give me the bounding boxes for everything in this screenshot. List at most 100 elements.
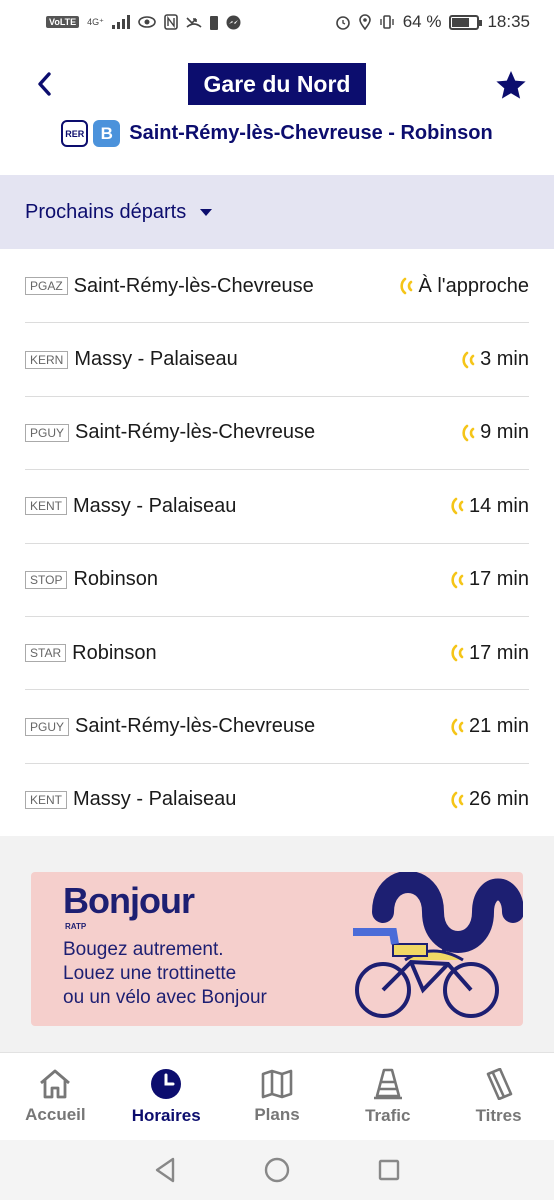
- battery-percent: 64 %: [402, 12, 442, 31]
- missed-call-icon: [186, 17, 202, 28]
- time-text: 14 min: [468, 494, 529, 517]
- departure-time: 3 min: [460, 348, 529, 371]
- mission-code: PGAZ: [25, 277, 68, 296]
- ad-line-2: Louez une trottinette: [63, 963, 237, 984]
- battery-alert-icon: [209, 15, 218, 30]
- realtime-icon: [451, 718, 464, 735]
- destination: Saint-Rémy-lès-Chevreuse: [75, 421, 316, 444]
- destination: Saint-Rémy-lès-Chevreuse: [75, 715, 316, 738]
- line-b-badge: B: [93, 120, 121, 147]
- map-icon: [261, 1069, 293, 1098]
- departure-row[interactable]: PGUY Saint-Rémy-lès-Chevreuse 9 min: [25, 397, 529, 471]
- nav-horaires[interactable]: Horaires: [111, 1053, 222, 1140]
- nav-label: Titres: [475, 1105, 522, 1125]
- realtime-icon: [400, 277, 413, 295]
- nav-label: Horaires: [131, 1105, 201, 1125]
- departure-time: 26 min: [449, 788, 529, 811]
- station-title: Gare du Nord: [188, 63, 366, 105]
- star-icon: [496, 71, 526, 99]
- ad-line-1: Bougez autrement.: [63, 939, 224, 960]
- realtime-icon: [451, 644, 464, 662]
- battery-icon: [449, 14, 483, 30]
- realtime-icon: [462, 424, 475, 442]
- time-text: 9 min: [480, 421, 529, 444]
- departure-row[interactable]: KENT Massy - Palaiseau 26 min: [25, 764, 529, 838]
- location-icon: [358, 14, 371, 30]
- departures-dropdown[interactable]: Prochains départs: [0, 175, 554, 249]
- time-text: 17 min: [468, 568, 529, 591]
- mission-code: KENT: [25, 790, 68, 809]
- mission-code: STAR: [25, 644, 67, 663]
- destination: Robinson: [73, 568, 158, 591]
- bottom-nav: Accueil Horaires Plans Trafic Titres: [0, 1052, 554, 1140]
- time-text: 3 min: [480, 348, 529, 371]
- departures-list: PGAZ Saint-Rémy-lès-Chevreuse À l'approc…: [0, 250, 554, 838]
- favorite-button[interactable]: [494, 68, 528, 102]
- departure-time: 17 min: [449, 642, 529, 665]
- departure-row[interactable]: STOP Robinson 17 min: [25, 544, 529, 617]
- time-text: 26 min: [468, 788, 529, 811]
- departure-row[interactable]: PGUY Saint-Rémy-lès-Chevreuse 21 min: [25, 690, 529, 764]
- home-icon: [40, 1069, 71, 1098]
- destination: Massy - Palaiseau: [73, 788, 237, 811]
- departure-row[interactable]: STAR Robinson 17 min: [25, 617, 529, 691]
- nav-label: Accueil: [25, 1104, 86, 1124]
- ad-line-3: ou un vélo avec Bonjour: [63, 987, 267, 1008]
- departure-time: 9 min: [460, 421, 529, 444]
- eye-icon: [138, 16, 156, 28]
- mission-code: PGUY: [25, 423, 70, 442]
- ad-brand: Bonjour: [63, 880, 195, 921]
- bike-illustration: [353, 872, 523, 1018]
- nfc-icon: [164, 14, 178, 30]
- ad-text: Bougez autrement. Louez une trottinette …: [63, 938, 267, 1010]
- ad-area: Bonjour RATP Bougez autrement. Louez une…: [0, 836, 554, 1052]
- ticket-icon: [486, 1067, 512, 1100]
- clock-icon: [151, 1068, 182, 1099]
- status-bar: VoLTE 4G⁺ 64 % 18:35: [0, 0, 554, 44]
- nav-label: Plans: [254, 1104, 300, 1124]
- mission-code: KENT: [25, 497, 68, 516]
- clock-time: 18:35: [487, 12, 530, 31]
- departure-time: À l'approche: [398, 275, 529, 298]
- nav-trafic[interactable]: Trafic: [332, 1053, 443, 1140]
- mission-code: PGUY: [25, 717, 70, 736]
- realtime-icon: [451, 498, 464, 515]
- home-circle-icon[interactable]: [263, 1156, 291, 1184]
- traffic-cone-icon: [373, 1068, 402, 1099]
- status-right: 64 % 18:35: [335, 12, 530, 32]
- back-triangle-icon[interactable]: [153, 1157, 177, 1183]
- nav-accueil[interactable]: Accueil: [0, 1053, 111, 1140]
- time-text: À l'approche: [418, 274, 529, 297]
- departure-row[interactable]: KERN Massy - Palaiseau 3 min: [25, 323, 529, 397]
- nav-plans[interactable]: Plans: [222, 1053, 333, 1140]
- realtime-icon: [451, 791, 464, 809]
- nav-label: Trafic: [365, 1105, 411, 1125]
- ad-brand-sub: RATP: [65, 922, 87, 931]
- time-text: 17 min: [468, 641, 529, 664]
- station-header: Gare du Nord RER B Saint-Rémy-lès-Chevre…: [0, 44, 554, 174]
- recents-square-icon[interactable]: [377, 1158, 401, 1182]
- departure-time: 14 min: [449, 495, 529, 518]
- nav-titres[interactable]: Titres: [443, 1053, 554, 1140]
- bonjour-ad-banner[interactable]: Bonjour RATP Bougez autrement. Louez une…: [31, 872, 523, 1026]
- departure-row[interactable]: KENT Massy - Palaiseau 14 min: [25, 470, 529, 544]
- mission-code: KERN: [25, 350, 69, 369]
- alarm-icon: [335, 16, 350, 30]
- signal-icon: [111, 15, 130, 29]
- realtime-icon: [462, 351, 475, 368]
- destination: Saint-Rémy-lès-Chevreuse: [73, 274, 314, 297]
- departure-row[interactable]: PGAZ Saint-Rémy-lès-Chevreuse À l'approc…: [25, 250, 529, 324]
- status-left: VoLTE 4G⁺: [46, 14, 241, 30]
- destination: Massy - Palaiseau: [73, 494, 237, 517]
- destination: Robinson: [72, 641, 157, 664]
- messenger-icon: [226, 15, 241, 29]
- caret-down-icon: [200, 208, 213, 216]
- destination: Massy - Palaiseau: [74, 348, 238, 371]
- realtime-icon: [451, 571, 464, 589]
- chevron-left-icon: [38, 72, 51, 96]
- line-info: RER B Saint-Rémy-lès-Chevreuse - Robinso…: [0, 120, 554, 147]
- back-button[interactable]: [26, 66, 62, 102]
- departure-time: 21 min: [449, 715, 529, 738]
- time-text: 21 min: [468, 715, 529, 738]
- departure-time: 17 min: [449, 568, 529, 591]
